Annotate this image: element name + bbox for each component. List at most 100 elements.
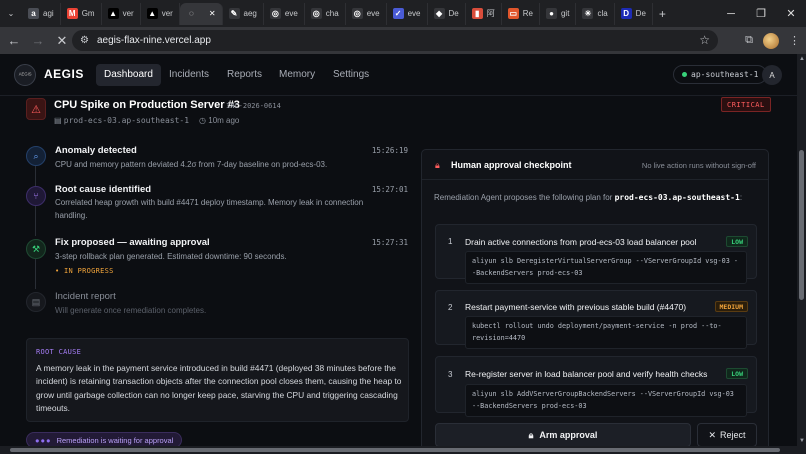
lock-icon: 🔒︎ [435,160,440,170]
brand-name[interactable]: AEGIS [44,67,84,81]
approval-intro: Remediation Agent proposes the following… [434,193,743,202]
timeline-title: Anomaly detected [55,145,137,156]
step-number: 2 [448,303,453,312]
new-tab-button[interactable]: + [653,3,672,25]
nav-dashboard[interactable]: Dashboard [96,64,161,86]
tab-label: eve [366,9,380,18]
aegis-logo-icon[interactable]: AEGIS [14,64,36,86]
nav-reports[interactable]: Reports [219,64,270,86]
tab-search-button[interactable]: ⌄ [0,3,22,25]
browser-toolbar: ← → ✕ ⚙ aegis-flax-nine.vercel.app ☆ ⧉ ⋮ [0,27,806,54]
incident-id: INC-2026-0614 [226,102,281,110]
browser-tab[interactable]: ▲ ver [102,2,141,25]
step-command: kubectl rollout undo deployment/payment-… [465,316,747,349]
browser-tab[interactable]: ◎ eve [346,2,387,25]
tab-label: Re [522,9,533,18]
root-cause-label: ROOT CAUSE [36,348,82,356]
timeline-time: 15:26:19 [371,146,408,155]
browser-tab[interactable]: ◌ ✕ [179,2,223,25]
menu-kebab-icon[interactable]: ⋮ [789,34,800,47]
profile-avatar[interactable] [763,32,779,49]
scroll-thumb[interactable] [799,150,804,300]
timeline-title: Incident report [55,291,116,302]
step-number: 3 [448,370,453,379]
timeline-title: Fix proposed — awaiting approval [55,237,210,248]
plan-step[interactable]: 1 Drain active connections from prod-ecs… [435,224,757,284]
close-tab-icon[interactable]: ✕ [209,9,216,18]
tab-favicon-icon: ▭ [507,8,519,19]
tab-favicon-icon: D [620,8,632,19]
browser-tab[interactable]: ✳ cla [576,2,615,25]
user-avatar[interactable]: A [762,65,782,85]
timeline-desc: Correlated heap growth with build #4471 … [55,198,364,220]
browser-tab[interactable]: ▮ 阿 [466,2,502,25]
magnifier-icon: ⌕ [26,146,46,166]
risk-badge: MEDIUM [714,301,748,312]
browser-tab[interactable]: ✎ aeg [223,2,264,25]
tab-label: Gm [81,9,95,18]
browser-tab[interactable]: ▭ Re [502,2,540,25]
tab-favicon-icon: ✳ [582,8,594,19]
incident-meta: ▤ prod-ecs-03.ap-southeast-1 ◷ 10m ago [54,116,239,125]
browser-tab[interactable]: a agi [22,2,61,25]
lock-icon: 🔒︎ [528,429,534,440]
timeline-desc: Will generate once remediation completes… [55,306,207,315]
tab-label: De [635,9,646,18]
reject-button[interactable]: ✕ Reject [697,423,757,446]
tab-label: 阿 [486,9,495,18]
scroll-down-icon[interactable]: ▼ [799,438,805,444]
browser-tab[interactable]: ✓ eve [387,2,428,25]
url-text: aegis-flax-nine.vercel.app [96,35,211,46]
address-bar[interactable]: ⚙ aegis-flax-nine.vercel.app ☆ [72,30,718,51]
forward-button[interactable]: → [26,29,50,53]
nav-settings[interactable]: Settings [325,64,377,86]
timeline-connector [35,259,36,289]
browser-tab[interactable]: D De [615,2,653,25]
browser-tab[interactable]: M Gm [61,2,102,25]
arm-approval-button[interactable]: 🔒︎ Arm approval [435,423,691,446]
site-settings-icon[interactable]: ⚙ [80,35,89,46]
browser-tab[interactable]: ◎ eve [264,2,305,25]
tab-favicon-icon: ◌ [185,8,197,19]
scroll-thumb[interactable] [10,448,780,452]
horizontal-scrollbar[interactable] [0,446,806,454]
tab-label: eve [284,9,298,18]
plan-step[interactable]: 3 Re-register server in load balancer po… [435,356,757,417]
scroll-up-icon[interactable]: ▲ [799,56,805,62]
extensions-icon[interactable]: ⧉ [745,34,753,47]
close-window-icon[interactable]: ✕ [776,0,806,27]
warning-triangle-icon: ⚠ [26,98,46,120]
tab-label: cla [597,9,608,18]
server-icon: ▤ [54,116,62,125]
vertical-scrollbar[interactable]: ▲ ▼ [797,54,806,446]
close-icon: ✕ [708,429,717,440]
tab-label: cha [325,9,339,18]
step-title: Re-register server in load balancer pool… [465,369,708,379]
bookmark-star-icon[interactable]: ☆ [699,33,710,47]
clock-icon: ◷ [199,116,207,125]
approval-header: 🔒︎ Human approval checkpoint No live act… [422,150,768,180]
region-selector[interactable]: ap-southeast-1 [673,65,768,84]
timeline-desc: 3-step rollback plan generated. Estimate… [55,252,287,261]
waiting-status-badge: ●●● Remediation is waiting for approval [26,432,183,446]
nav-memory[interactable]: Memory [271,64,323,86]
plan-step[interactable]: 2 Restart payment-service with previous … [435,290,757,349]
browser-tab[interactable]: ◎ cha [305,2,346,25]
timeline-time: 15:27:01 [371,185,408,194]
restore-icon[interactable]: ❐ [746,0,776,27]
browser-tab[interactable]: ● git [540,2,577,25]
stop-loading-button[interactable]: ✕ [50,29,74,53]
incident-age: 10m ago [208,116,240,125]
browser-tab[interactable]: ◆ De [428,2,466,25]
chevron-down-icon: ⌄ [7,9,15,18]
tab-label: aeg [243,9,257,18]
incident-title: CPU Spike on Production Server #3 [54,99,240,111]
tab-favicon-icon: ● [545,8,557,19]
browser-tab[interactable]: ▲ ver [141,2,180,25]
nav-incidents[interactable]: Incidents [161,64,217,86]
tab-favicon-icon: ◎ [269,8,281,19]
root-cause-text: A memory leak in the payment service int… [36,363,402,413]
back-button[interactable]: ← [2,29,26,53]
minimize-icon[interactable]: ─ [716,0,746,27]
timeline-title: Root cause identified [55,184,152,195]
